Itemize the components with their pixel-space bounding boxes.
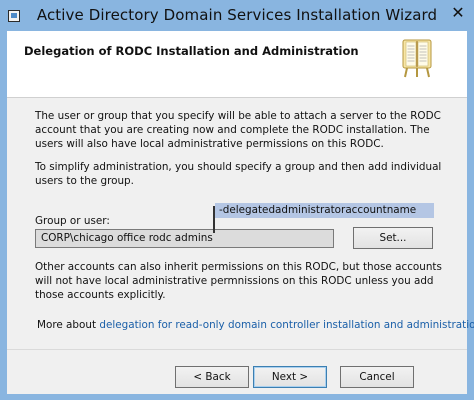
- more-about-line: More about delegation for read-only doma…: [37, 319, 474, 331]
- set-button[interactable]: Set...: [353, 227, 433, 249]
- wizard-content: The user or group that you specify will …: [7, 98, 474, 346]
- cancel-button[interactable]: Cancel: [340, 366, 414, 388]
- description-paragraph: The user or group that you specify will …: [35, 110, 441, 150]
- book-icon: [402, 39, 432, 78]
- next-button[interactable]: Next >: [253, 366, 327, 388]
- wizard-client-area: Delegation of RODC Installation and Admi…: [7, 31, 474, 394]
- group-or-user-label: Group or user:: [35, 215, 110, 227]
- parameter-callout: -delegatedadministratoraccountname: [215, 203, 434, 218]
- wizard-header: Delegation of RODC Installation and Admi…: [7, 31, 467, 98]
- wizard-footer: < Back Next > Cancel: [7, 349, 467, 394]
- group-or-user-field[interactable]: CORP\chicago office rodc admins: [35, 229, 334, 248]
- close-icon[interactable]: ✕: [450, 5, 466, 21]
- back-button[interactable]: < Back: [175, 366, 249, 388]
- group-advice-paragraph: To simplify administration, you should s…: [35, 161, 442, 187]
- more-about-prefix: More about: [37, 319, 100, 331]
- page-title: Delegation of RODC Installation and Admi…: [24, 44, 359, 58]
- window-title: Active Directory Domain Services Install…: [36, 6, 438, 24]
- inherit-permissions-paragraph: Other accounts can also inherit permissi…: [35, 261, 442, 301]
- delegation-help-link[interactable]: delegation for read-only domain controll…: [99, 319, 474, 331]
- wizard-window: Active Directory Domain Services Install…: [0, 0, 474, 400]
- title-bar[interactable]: Active Directory Domain Services Install…: [0, 0, 474, 31]
